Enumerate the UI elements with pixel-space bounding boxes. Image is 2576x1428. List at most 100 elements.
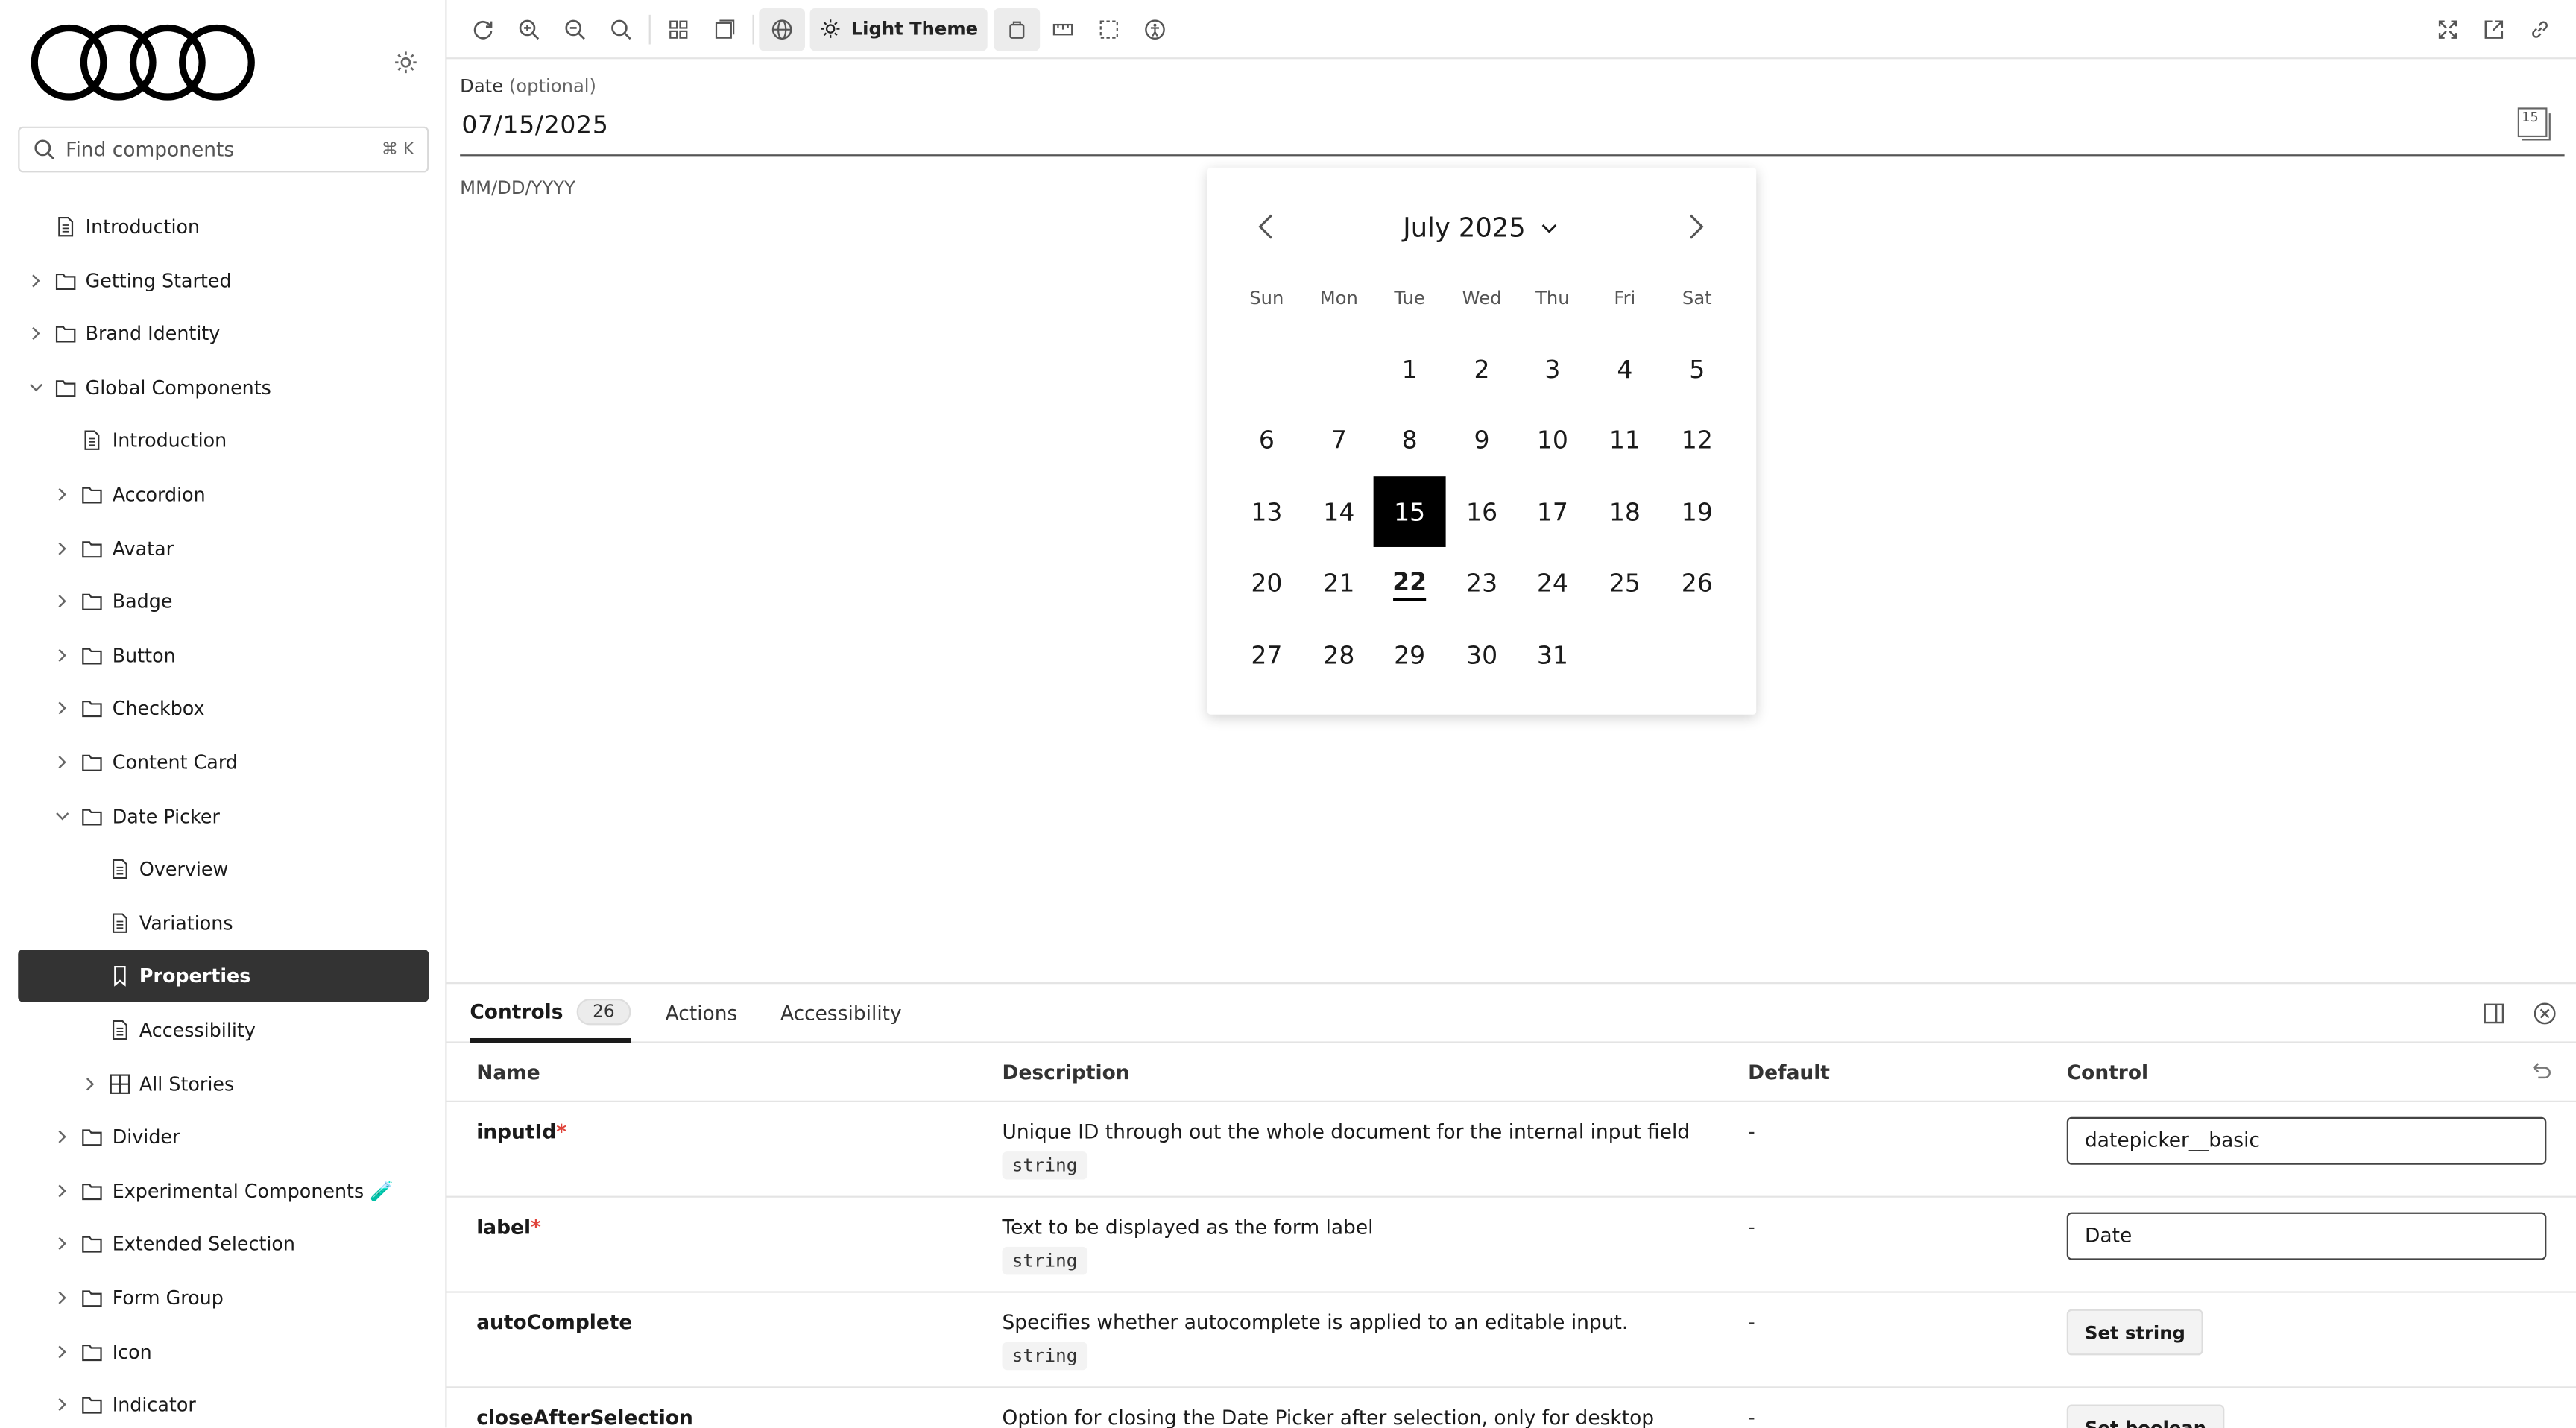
sidebar-item-accessibility[interactable]: Accessibility [0, 1007, 445, 1053]
search-input[interactable]: Find components ⌘ K [18, 126, 429, 173]
sidebar-item-badge[interactable]: Badge [0, 578, 445, 625]
sidebar-item-introduction[interactable]: Introduction [0, 203, 445, 250]
calendar-day[interactable]: 8 [1374, 405, 1446, 476]
sidebar-item-introduction[interactable]: Introduction [0, 418, 445, 464]
chevron-right-icon[interactable] [51, 751, 75, 774]
reset-controls-icon[interactable] [2530, 1060, 2553, 1083]
chevron-right-icon[interactable] [51, 1393, 75, 1416]
globe-icon[interactable] [759, 7, 806, 51]
calendar-day-today[interactable]: 22 [1374, 549, 1446, 619]
zoom-out-icon[interactable] [552, 7, 599, 50]
sidebar-item-form-group[interactable]: Form Group [0, 1274, 445, 1321]
calendar-day[interactable]: 6 [1231, 405, 1303, 476]
accessibility-icon[interactable] [1132, 7, 1178, 50]
calendar-day[interactable]: 26 [1661, 549, 1733, 619]
calendar-day[interactable]: 31 [1516, 620, 1588, 691]
zoom-in-icon[interactable] [506, 7, 552, 50]
sidebar-item-button[interactable]: Button [0, 632, 445, 678]
calendar-day[interactable]: 16 [1446, 477, 1518, 548]
outline-icon[interactable] [1087, 7, 1133, 50]
date-input[interactable]: 07/15/2025 [461, 110, 608, 140]
calendar-toggle-button[interactable]: 15 [2513, 105, 2553, 145]
theme-switcher-button[interactable]: Light Theme [809, 7, 988, 51]
sidebar-item-indicator[interactable]: Indicator [0, 1382, 445, 1427]
sidebar-item-content-card[interactable]: Content Card [0, 739, 445, 786]
chevron-right-icon[interactable] [51, 1286, 75, 1309]
tab-accessibility[interactable]: Accessibility [780, 984, 902, 1043]
chevron-right-icon[interactable] [25, 322, 48, 345]
sidebar-item-global-components[interactable]: Global Components [0, 364, 445, 411]
calendar-day[interactable]: 9 [1446, 405, 1518, 476]
sidebar-item-date-picker[interactable]: Date Picker [0, 793, 445, 839]
open-new-tab-icon[interactable] [2471, 7, 2517, 50]
prop-label-input[interactable]: Date [2066, 1212, 2547, 1260]
sidebar-item-checkbox[interactable]: Checkbox [0, 686, 445, 732]
tab-controls[interactable]: Controls 26 [470, 984, 631, 1043]
sidebar-item-all-stories[interactable]: All Stories [0, 1061, 445, 1107]
calendar-day[interactable]: 28 [1303, 620, 1375, 691]
calendar-day-selected[interactable]: 15 [1373, 476, 1446, 548]
calendar-day[interactable]: 23 [1446, 549, 1518, 619]
sidebar-item-properties[interactable]: Properties [18, 950, 429, 1003]
sidebar-item-getting-started[interactable]: Getting Started [0, 257, 445, 303]
calendar-day[interactable]: 3 [1516, 333, 1588, 404]
chevron-right-icon[interactable] [51, 1179, 75, 1202]
chevron-right-icon[interactable] [1679, 210, 1712, 243]
tab-actions[interactable]: Actions [666, 984, 738, 1043]
chevron-right-icon[interactable] [51, 590, 75, 613]
sidebar-item-variations[interactable]: Variations [0, 900, 445, 946]
chevron-down-icon[interactable] [51, 804, 75, 827]
calendar-day[interactable]: 24 [1516, 549, 1588, 619]
calendar-day[interactable]: 10 [1516, 405, 1588, 476]
calendar-day[interactable]: 1 [1374, 333, 1446, 404]
audi-logo[interactable] [30, 23, 256, 102]
chevron-down-icon[interactable] [25, 376, 48, 399]
calendar-day[interactable]: 29 [1374, 620, 1446, 691]
panel-orientation-icon[interactable] [2481, 1000, 2507, 1026]
sidebar-item-overview[interactable]: Overview [0, 847, 445, 893]
chevron-right-icon[interactable] [51, 644, 75, 667]
calendar-day[interactable]: 14 [1303, 477, 1375, 548]
zoom-reset-icon[interactable] [598, 7, 644, 50]
sidebar-item-experimental-components[interactable]: Experimental Components 🧪 [0, 1168, 445, 1214]
grid-icon[interactable] [655, 7, 701, 50]
sidebar-item-accordion[interactable]: Accordion [0, 472, 445, 518]
calendar-day[interactable]: 30 [1446, 620, 1518, 691]
close-panel-icon[interactable] [2532, 1000, 2558, 1026]
background-icon[interactable] [701, 7, 748, 50]
sidebar-item-avatar[interactable]: Avatar [0, 525, 445, 571]
reload-icon[interactable] [460, 7, 506, 50]
month-select[interactable]: July 2025 [1403, 212, 1558, 243]
sidebar-item-extended-selection[interactable]: Extended Selection [0, 1222, 445, 1268]
calendar-day[interactable]: 12 [1661, 405, 1733, 476]
calendar-day[interactable]: 20 [1231, 549, 1303, 619]
calendar-day[interactable]: 2 [1446, 333, 1518, 404]
calendar-day[interactable]: 21 [1303, 549, 1375, 619]
calendar-day[interactable]: 19 [1661, 477, 1733, 548]
chevron-right-icon[interactable] [25, 269, 48, 292]
calendar-day[interactable]: 25 [1588, 549, 1661, 619]
copy-link-icon[interactable] [2517, 7, 2563, 50]
viewport-icon[interactable] [994, 7, 1041, 51]
chevron-right-icon[interactable] [78, 1072, 101, 1095]
calendar-day[interactable]: 18 [1588, 477, 1661, 548]
gear-icon[interactable] [393, 49, 419, 75]
chevron-right-icon[interactable] [51, 483, 75, 506]
calendar-day[interactable]: 11 [1588, 405, 1661, 476]
chevron-right-icon[interactable] [51, 1340, 75, 1363]
chevron-right-icon[interactable] [51, 1233, 75, 1256]
chevron-right-icon[interactable] [51, 1125, 75, 1149]
chevron-right-icon[interactable] [51, 697, 75, 720]
prop-inputid-input[interactable]: datepicker__basic [2066, 1116, 2547, 1165]
sidebar-item-icon[interactable]: Icon [0, 1328, 445, 1374]
calendar-day[interactable]: 7 [1303, 405, 1375, 476]
fullscreen-icon[interactable] [2425, 7, 2471, 50]
prop-closeafterselection-button[interactable]: Set boolean [2066, 1404, 2225, 1428]
sidebar-item-divider[interactable]: Divider [0, 1114, 445, 1160]
chevron-right-icon[interactable] [51, 537, 75, 560]
calendar-day[interactable]: 13 [1231, 477, 1303, 548]
chevron-left-icon[interactable] [1250, 210, 1283, 243]
measure-icon[interactable] [1041, 7, 1087, 50]
prop-autocomplete-button[interactable]: Set string [2066, 1309, 2204, 1356]
calendar-day[interactable]: 17 [1516, 477, 1588, 548]
